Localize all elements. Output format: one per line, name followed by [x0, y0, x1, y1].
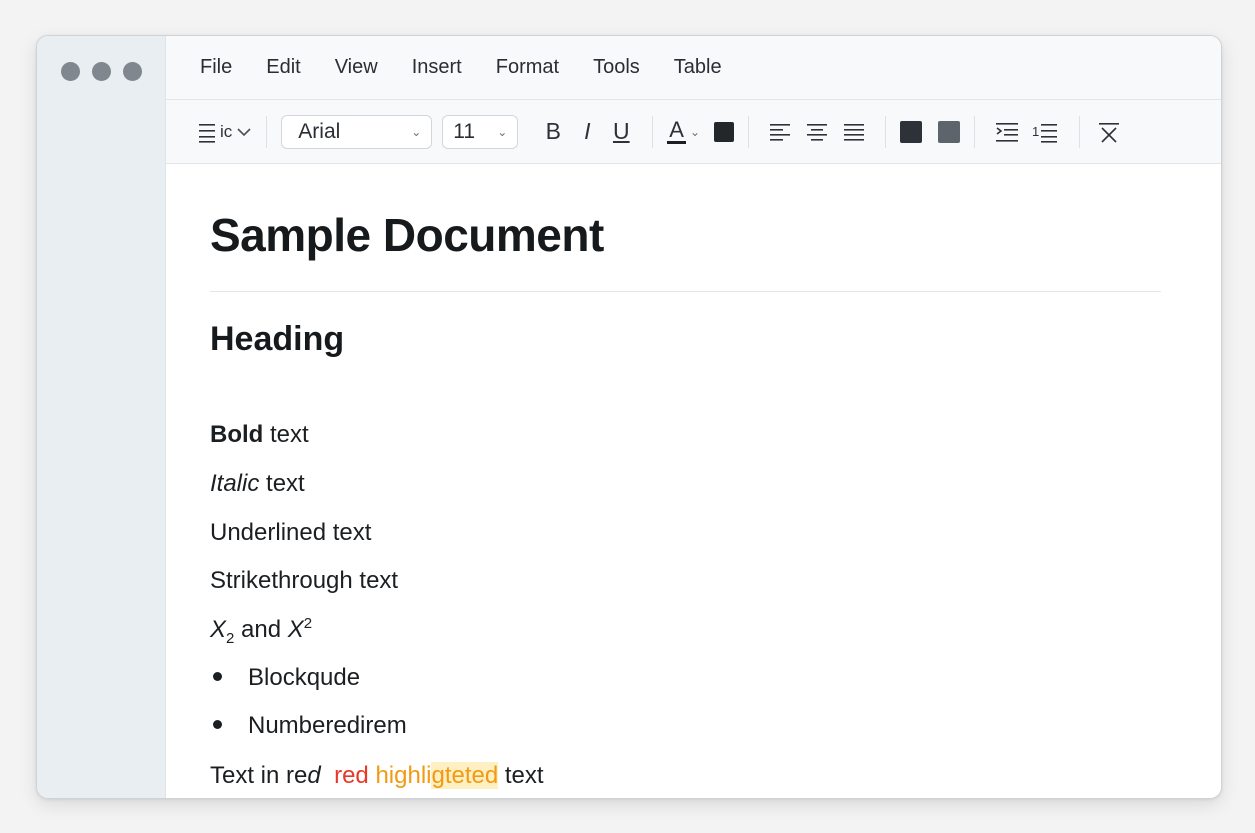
menu-edit[interactable]: Edit [266, 56, 300, 79]
close-window-button[interactable] [61, 62, 80, 81]
clear-formatting-icon [1099, 122, 1120, 143]
indent-icon [996, 122, 1019, 142]
toolbar-separator [266, 115, 268, 148]
document-title: Sample Document [210, 209, 604, 261]
table-color-swatch-gray[interactable] [938, 120, 961, 143]
zoom-window-button[interactable] [123, 62, 142, 81]
font-size-select[interactable]: 11 ⌄ [442, 114, 519, 149]
clear-formatting-button[interactable] [1094, 120, 1124, 144]
highlighted-text: gteted [431, 762, 499, 789]
menu-tools[interactable]: Tools [593, 56, 640, 79]
chevron-down-icon: ⌄ [411, 124, 422, 139]
align-center-icon [807, 123, 828, 141]
formatting-toolbar: ic Arial ⌄ 11 ⌄ B I U A ⌄ 1 [166, 100, 1221, 164]
bold-word: Bold [210, 421, 264, 448]
chevron-down-icon: ⌄ [497, 124, 508, 139]
text-color-icon: A [667, 117, 686, 144]
bullet-icon [213, 720, 222, 730]
italic-d: d [307, 762, 321, 789]
orange-text: highli [375, 762, 432, 789]
sub-sup-line: X2 and X2 [210, 615, 312, 647]
paragraph-style-dropdown[interactable]: ic [198, 121, 252, 143]
horizontal-rule [210, 291, 1161, 292]
plain-text: Text in re [210, 762, 308, 789]
menu-bar: File Edit View Insert Format Tools Table [166, 36, 1221, 100]
italic-word: Italic [210, 470, 260, 497]
chevron-down-icon [237, 127, 251, 136]
subscript-base: X [210, 616, 227, 643]
align-left-button[interactable] [763, 122, 797, 142]
trailing-text: text [498, 762, 544, 789]
list-item-text: Numberedirem [248, 712, 407, 739]
document-area[interactable]: Sample Document Heading Bold text Italic… [166, 164, 1221, 798]
justify-button[interactable] [837, 122, 871, 142]
underlined-text-line: Underlined text [210, 519, 372, 546]
toolbar-separator [974, 115, 976, 148]
toolbar-separator [748, 115, 750, 148]
menu-table[interactable]: Table [674, 56, 722, 79]
toolbar-separator [1079, 115, 1081, 148]
toolbar-separator [885, 115, 887, 148]
list-item: Blockqude [210, 664, 360, 692]
text-color-button[interactable]: A ⌄ [667, 119, 700, 144]
paragraph-style-icon [199, 123, 215, 143]
italic-text-line: Italic text [210, 470, 305, 498]
italic-button[interactable]: I [570, 115, 604, 149]
menu-format[interactable]: Format [496, 56, 559, 79]
numbered-list-icon: 1 [1032, 123, 1058, 143]
table-color-swatch-dark[interactable] [900, 120, 923, 143]
menu-view[interactable]: View [335, 56, 378, 79]
editor-window: File Edit View Insert Format Tools Table… [36, 35, 1222, 799]
font-family-select[interactable]: Arial ⌄ [281, 114, 433, 149]
list-item-text: Blockqude [248, 664, 361, 691]
sidebar [37, 36, 166, 798]
menu-insert[interactable]: Insert [412, 56, 462, 79]
paragraph-style-label: ic [220, 121, 233, 141]
font-size-value: 11 [453, 119, 476, 143]
bold-text-line: Bold text [210, 421, 309, 449]
window-controls [61, 62, 142, 81]
underline-button[interactable]: U [604, 115, 638, 149]
minimize-window-button[interactable] [92, 62, 111, 81]
red-text: red [334, 762, 369, 789]
align-left-icon [770, 123, 791, 141]
and-text: and [234, 616, 288, 643]
svg-text:1: 1 [1032, 124, 1039, 139]
justify-icon [844, 123, 865, 141]
bold-icon: B [545, 118, 561, 144]
superscript-value: 2 [303, 615, 313, 632]
bold-button[interactable]: B [536, 115, 570, 149]
strikethrough-text-line: Strikethrough text [210, 567, 399, 594]
bullet-icon [213, 672, 222, 682]
superscript-base: X [287, 616, 304, 643]
italic-rest: text [259, 470, 305, 497]
italic-icon: I [584, 118, 591, 144]
underline-icon: U [612, 118, 630, 144]
document-heading: Heading [210, 320, 345, 358]
toolbar-separator [652, 115, 654, 148]
colored-text-line: Text in red red highligteted text [210, 762, 544, 790]
chevron-down-icon: ⌄ [689, 124, 701, 139]
font-family-value: Arial [298, 119, 341, 143]
list-item: Numberedirem [210, 712, 407, 740]
indent-button[interactable] [989, 121, 1025, 143]
bold-rest: text [263, 421, 309, 448]
align-center-button[interactable] [797, 122, 837, 142]
highlight-color-swatch[interactable] [714, 121, 735, 142]
numbered-list-button[interactable]: 1 [1025, 121, 1065, 143]
menu-file[interactable]: File [200, 56, 232, 79]
